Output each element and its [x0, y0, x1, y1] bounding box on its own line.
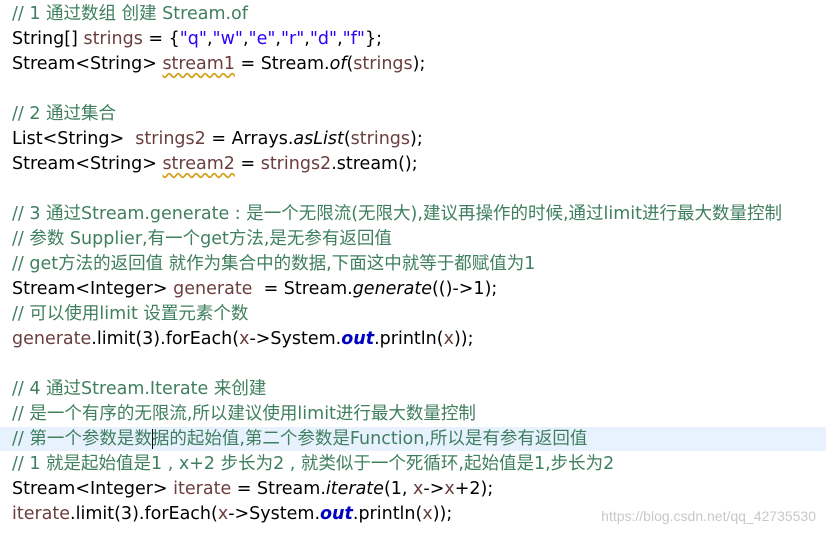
code-token: x — [443, 329, 454, 349]
code-token: // 第一个参数是数据的起始值,第二个参数是Function,所以是有参有返回值 — [12, 429, 588, 449]
code-token: x — [413, 479, 424, 499]
code-token: "d" — [309, 29, 338, 49]
code-token: stream2 — [162, 154, 235, 174]
code-token: ->System. — [249, 329, 342, 349]
code-token: (()->1); — [431, 279, 498, 299]
code-token: strings — [353, 54, 413, 74]
code-token: Stream<String> — [12, 154, 163, 174]
code-token: // 1 就是起始值是1 , x+2 步长为2 , 就类似于一个死循环,起始值是… — [12, 454, 615, 474]
code-token: ); — [410, 129, 423, 149]
code-token: )); — [453, 329, 474, 349]
code-line[interactable]: // 可以使用limit 设置元素个数 — [12, 302, 248, 326]
code-token: = { — [142, 29, 180, 49]
code-token: stream1 — [162, 54, 235, 74]
code-line[interactable]: String[] strings = {"q","w","e","r","d",… — [12, 27, 382, 51]
code-token: ->System. — [228, 504, 321, 524]
code-token: = Stream. — [231, 479, 326, 499]
code-token: "q" — [179, 29, 207, 49]
text-caret — [152, 429, 153, 449]
code-line[interactable]: Stream<Integer> generate = Stream.genera… — [12, 277, 497, 301]
code-token: // get方法的返回值 就作为集合中的数据,下面这中就等于都赋值为1 — [12, 254, 536, 274]
code-token: out — [320, 504, 353, 524]
code-token: iterate — [173, 479, 232, 499]
code-token: .println( — [374, 329, 444, 349]
code-token: // 2 通过集合 — [12, 104, 117, 124]
code-token: x — [444, 479, 455, 499]
code-token: strings2 — [135, 129, 206, 149]
code-token: x — [239, 329, 250, 349]
code-token: out — [341, 329, 375, 349]
code-token: (1, — [383, 479, 414, 499]
code-token: ( — [343, 129, 351, 149]
code-line[interactable]: // 3 通过Stream.generate : 是一个无限流(无限大),建议再… — [12, 202, 782, 226]
code-token: -> — [423, 479, 445, 499]
code-token: x — [422, 504, 433, 524]
code-token: // 可以使用limit 设置元素个数 — [12, 304, 249, 324]
code-token: "r" — [281, 29, 305, 49]
code-token: asList — [293, 129, 344, 149]
code-line[interactable]: // 2 通过集合 — [12, 102, 116, 126]
code-token: // 3 通过Stream.generate : 是一个无限流(无限大),建议再… — [12, 204, 783, 224]
code-token: }; — [364, 29, 382, 49]
code-token: "w" — [212, 29, 243, 49]
code-token: generate — [352, 279, 432, 299]
code-line[interactable]: // 第一个参数是数据的起始值,第二个参数是Function,所以是有参有返回值 — [12, 427, 587, 451]
code-line[interactable]: // 1 就是起始值是1 , x+2 步长为2 , 就类似于一个死循环,起始值是… — [12, 452, 614, 476]
code-token: strings2 — [260, 154, 332, 174]
code-token: String[] — [12, 29, 84, 49]
code-line[interactable]: // 参数 Supplier,有一个get方法,是无参有返回值 — [12, 227, 392, 251]
code-token: // 参数 Supplier,有一个get方法,是无参有返回值 — [12, 229, 392, 249]
code-token: iterate — [325, 479, 384, 499]
code-token: Stream<Integer> — [12, 279, 174, 299]
code-token: .limit(3).forEach( — [91, 329, 240, 349]
code-line[interactable]: List<String> strings2 = Arrays.asList(st… — [12, 127, 423, 151]
code-token: ); — [412, 54, 426, 74]
watermark-text: https://blog.csdn.net/qq_42735530 — [601, 508, 816, 524]
code-line[interactable]: generate.limit(3).forEach(x->System.out.… — [12, 327, 474, 351]
code-token: .stream(); — [331, 154, 418, 174]
code-line[interactable]: Stream<String> stream1 = Stream.of(strin… — [12, 52, 425, 76]
code-token: strings — [350, 129, 411, 149]
code-line[interactable]: // 4 通过Stream.Iterate 来创建 — [12, 377, 266, 401]
code-line[interactable]: iterate.limit(3).forEach(x->System.out.p… — [12, 502, 452, 526]
code-token: )); — [432, 504, 453, 524]
code-token: of — [329, 54, 347, 74]
code-line[interactable]: Stream<String> stream2 = strings2.stream… — [12, 152, 418, 176]
code-token: x — [217, 504, 229, 524]
code-token: +2); — [454, 479, 494, 499]
code-line[interactable]: Stream<Integer> iterate = Stream.iterate… — [12, 477, 493, 501]
code-token: strings — [83, 29, 143, 49]
code-token: .println( — [352, 504, 423, 524]
code-token: List<String> — [12, 129, 136, 149]
code-token: .limit(3).forEach( — [70, 504, 218, 524]
code-editor[interactable]: // 1 通过数组 创建 Stream.of String[] strings =… — [0, 0, 826, 536]
code-token: generate — [12, 329, 92, 349]
code-token: "f" — [342, 29, 365, 49]
code-line[interactable]: // get方法的返回值 就作为集合中的数据,下面这中就等于都赋值为1 — [12, 252, 535, 276]
code-token: // 是一个有序的无限流,所以建议使用limit进行最大数量控制 — [12, 404, 476, 424]
code-token: = Stream. — [234, 54, 330, 74]
code-token: "e" — [248, 29, 276, 49]
code-token: = Stream. — [252, 279, 353, 299]
code-line[interactable]: // 1 通过数组 创建 Stream.of — [12, 2, 248, 26]
code-token: // 1 通过数组 创建 Stream.of — [12, 4, 248, 24]
code-token: // 4 通过Stream.Iterate 来创建 — [12, 379, 267, 399]
code-token: Stream<String> — [12, 54, 163, 74]
code-token: iterate — [12, 504, 71, 524]
code-token: = Arrays. — [205, 129, 294, 149]
code-token: = — [234, 154, 261, 174]
code-line[interactable]: // 是一个有序的无限流,所以建议使用limit进行最大数量控制 — [12, 402, 476, 426]
code-token: Stream<Integer> — [12, 479, 174, 499]
code-token: generate — [173, 279, 253, 299]
